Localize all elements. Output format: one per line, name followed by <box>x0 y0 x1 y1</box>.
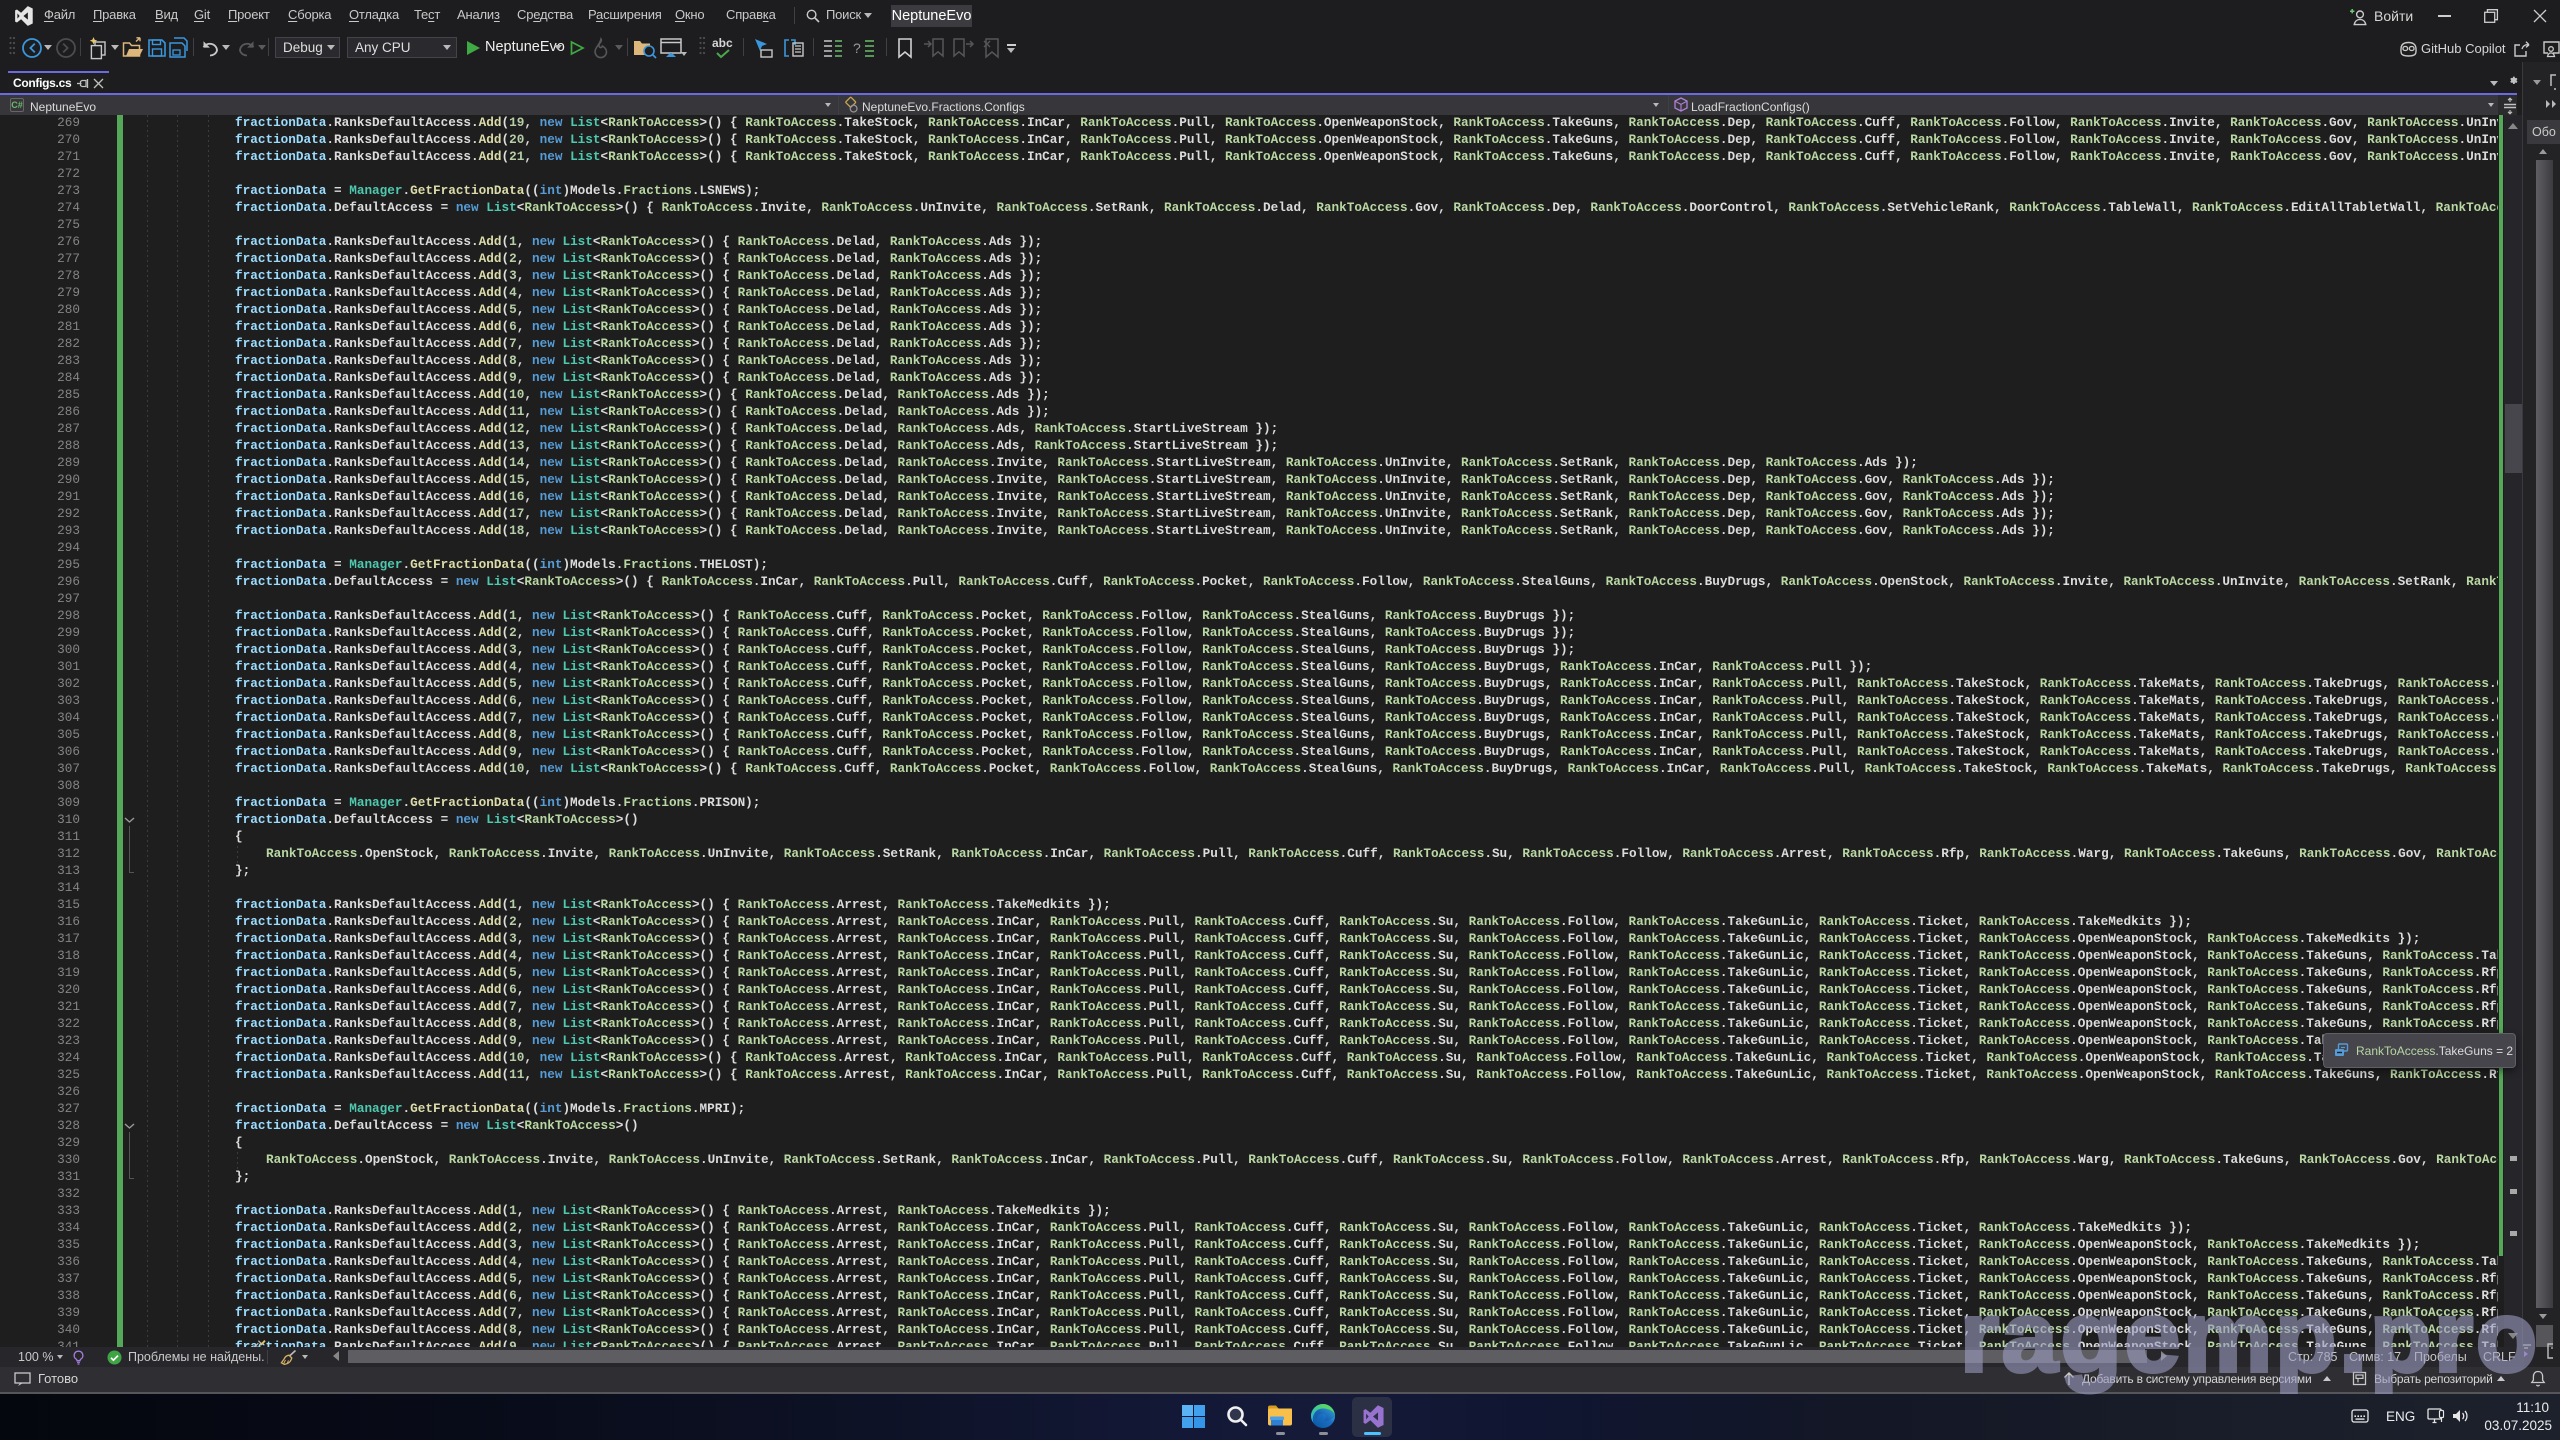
svg-text:?: ? <box>853 40 861 56</box>
svg-text:ragemp.pro: ragemp.pro <box>1960 1281 2540 1393</box>
